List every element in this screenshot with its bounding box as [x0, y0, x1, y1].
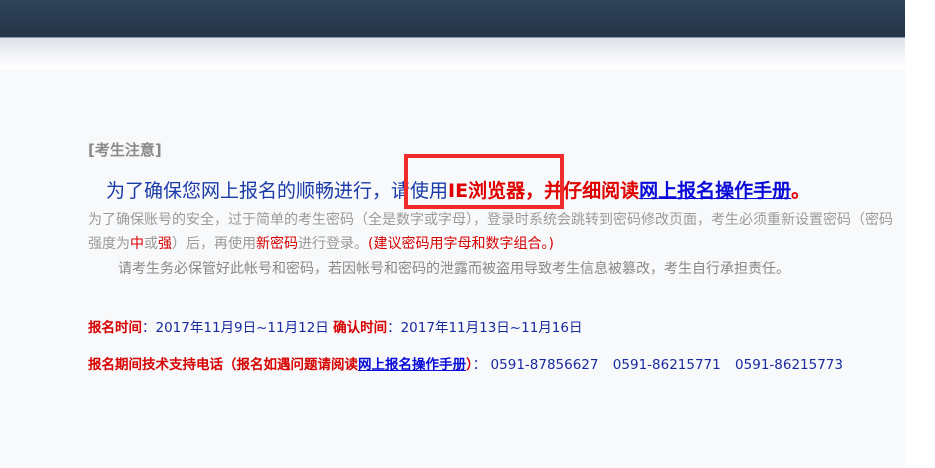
- support-label: 报名期间技术支持电话（报名如遇问题请阅读: [88, 357, 358, 373]
- top-header-bar: [0, 0, 905, 37]
- sub-header-bar: [0, 37, 905, 70]
- phone-number: 0591-86215771: [612, 357, 721, 373]
- confirm-time-value: 2017年11月13日~11月16日: [400, 320, 583, 336]
- highlight-box: [404, 154, 564, 209]
- support-manual-link[interactable]: 网上报名操作手册: [358, 357, 466, 373]
- reg-time-label: 报名时间: [88, 320, 142, 336]
- support-label-end: ）: [466, 357, 473, 373]
- account-warning: 请考生务必保管好此帐号和密码，若因帐号和密码的泄露而被盗用导致考生信息被篡改，考…: [118, 261, 790, 277]
- notice-title: [考生注意]: [88, 141, 162, 159]
- phone-number: 0591-87856627: [490, 357, 599, 373]
- manual-link[interactable]: 网上报名操作手册: [639, 180, 791, 202]
- password-notice-text2: ）后，再使用: [172, 236, 256, 252]
- password-notice: 为了确保账号的安全，过于简单的考生密码（全是数字或字母），登录时系统会跳转到密码…: [88, 208, 903, 256]
- strength-medium: 中: [130, 236, 144, 252]
- confirm-time-label: 确认时间: [333, 320, 388, 336]
- schedule-line: 报名时间：2017年11月9日~11月12日 确认时间：2017年11月13日~…: [88, 320, 583, 336]
- headline-text: 为了确保您网上报名的顺畅进行，请使用: [106, 180, 449, 202]
- password-notice-text3: 进行登录。: [298, 236, 368, 252]
- support-line: 报名期间技术支持电话（报名如遇问题请阅读网上报名操作手册）： 0591-8785…: [88, 357, 843, 373]
- phone-number: 0591-86215773: [735, 357, 843, 373]
- page-margin: [905, 0, 935, 468]
- password-advice: (建议密码用字母和数字组合。): [368, 236, 554, 252]
- strength-strong: 强: [158, 236, 172, 252]
- reg-time-value: 2017年11月9日~11月12日: [155, 320, 329, 336]
- headline-period: 。: [791, 180, 811, 202]
- new-password-text: 新密码: [256, 236, 298, 252]
- strength-or: 或: [144, 236, 158, 252]
